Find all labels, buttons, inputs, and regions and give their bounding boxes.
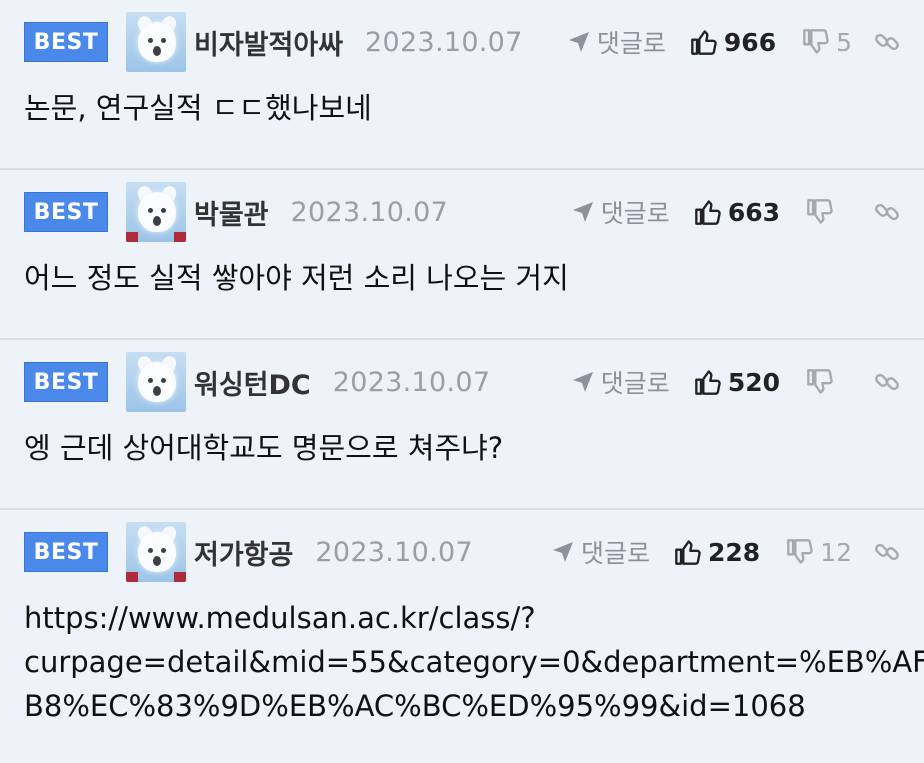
link-button[interactable] [874, 369, 900, 395]
comment-header: BEST 워싱턴DC 2023.10.07 댓글로 520 [24, 352, 900, 412]
dislike-button[interactable] [806, 368, 852, 396]
link-button[interactable] [874, 29, 900, 55]
thumbs-up-icon [694, 200, 721, 225]
like-button[interactable]: 966 [690, 28, 776, 57]
thumbs-down-icon [787, 539, 813, 564]
thumbs-up-icon [675, 540, 701, 565]
reply-button[interactable]: 댓글로 [571, 194, 670, 230]
best-badge: BEST [24, 192, 108, 232]
dislike-button[interactable]: 5 [802, 28, 852, 57]
reply-label: 댓글로 [580, 539, 650, 568]
comment-header: BEST 저가항공 2023.10.07 댓글로 228 12 [24, 522, 900, 582]
like-button[interactable]: 663 [694, 198, 780, 227]
reply-label: 댓글로 [596, 29, 666, 58]
link-button[interactable] [874, 539, 900, 565]
reply-button[interactable]: 댓글로 [571, 364, 670, 400]
comment-header: BEST 박물관 2023.10.07 댓글로 663 [24, 182, 900, 242]
reply-arrow-icon [572, 372, 593, 392]
comment-item: BEST 저가항공 2023.10.07 댓글로 228 12 https://… [0, 510, 924, 763]
comment-list: BEST 비자발적아싸 2023.10.07 댓글로 966 5 논문, 연구실… [0, 0, 924, 763]
comment-date: 2023.10.07 [290, 196, 449, 228]
comment-item: BEST 비자발적아싸 2023.10.07 댓글로 966 5 논문, 연구실… [0, 0, 924, 170]
thumbs-down-icon [807, 369, 833, 394]
comment-header: BEST 비자발적아싸 2023.10.07 댓글로 966 5 [24, 12, 900, 72]
reply-button[interactable]: 댓글로 [567, 24, 666, 60]
comment-text[interactable]: curpage=detail&mid=55&category=0&departm… [24, 640, 924, 684]
thumbs-up-icon [694, 370, 721, 395]
comment-date: 2023.10.07 [315, 536, 473, 568]
reply-label: 댓글로 [600, 199, 670, 228]
comment-text[interactable]: https://www.medulsan.ac.kr/class/? [24, 596, 900, 640]
avatar[interactable] [126, 352, 186, 412]
link-icon [875, 33, 899, 51]
dislike-button[interactable] [806, 198, 852, 226]
link-icon [875, 543, 899, 561]
nickname[interactable]: 비자발적아싸 [194, 23, 343, 62]
comment-body: 논문, 연구실적 ㄷㄷ했나보네 [24, 86, 900, 130]
comment-date: 2023.10.07 [332, 366, 491, 398]
link-button[interactable] [874, 199, 900, 225]
thumbs-up-icon [691, 30, 717, 55]
like-button[interactable]: 228 [674, 538, 760, 567]
thumbs-down-icon [807, 199, 833, 224]
dislike-count: 12 [820, 537, 852, 567]
dislike-count: 5 [836, 27, 852, 57]
best-badge: BEST [24, 532, 108, 572]
like-button[interactable]: 520 [694, 368, 780, 397]
dislike-button[interactable]: 12 [786, 538, 852, 567]
avatar[interactable] [126, 182, 186, 242]
comment-item: BEST 박물관 2023.10.07 댓글로 663 어느 정도 실적 쌓아야… [0, 170, 924, 340]
comment-date: 2023.10.07 [365, 26, 523, 58]
comment-body: 어느 정도 실적 쌓아야 저런 소리 나오는 거지 [24, 256, 900, 300]
comment-text: 어느 정도 실적 쌓아야 저런 소리 나오는 거지 [24, 261, 569, 295]
comment-text: 엥 근데 상어대학교도 명문으로 쳐주냐? [24, 431, 504, 465]
reply-label: 댓글로 [600, 369, 670, 398]
like-count: 663 [727, 197, 780, 227]
avatar[interactable] [126, 522, 186, 582]
reply-arrow-icon [552, 542, 573, 562]
like-count: 228 [708, 537, 761, 567]
comment-text[interactable]: B8%EC%83%9D%EB%AC%BC%ED%95%99&id=1068 [24, 684, 900, 728]
link-icon [875, 373, 899, 391]
thumbs-down-icon [803, 29, 829, 54]
nickname[interactable]: 워싱턴DC [194, 363, 311, 402]
reply-button[interactable]: 댓글로 [551, 534, 650, 570]
avatar[interactable] [126, 12, 186, 72]
nickname[interactable]: 저가항공 [194, 533, 293, 572]
comment-text: 논문, 연구실적 ㄷㄷ했나보네 [24, 91, 372, 125]
best-badge: BEST [24, 22, 108, 62]
comment-body: https://www.medulsan.ac.kr/class/? curpa… [24, 596, 924, 728]
link-icon [875, 203, 899, 221]
comment-item: BEST 워싱턴DC 2023.10.07 댓글로 520 엥 근데 상어대학교… [0, 340, 924, 510]
comment-body: 엥 근데 상어대학교도 명문으로 쳐주냐? [24, 426, 900, 470]
reply-arrow-icon [572, 202, 593, 222]
reply-arrow-icon [568, 32, 589, 52]
best-badge: BEST [24, 362, 108, 402]
like-count: 966 [723, 27, 777, 57]
like-count: 520 [727, 367, 780, 397]
nickname[interactable]: 박물관 [194, 193, 269, 232]
